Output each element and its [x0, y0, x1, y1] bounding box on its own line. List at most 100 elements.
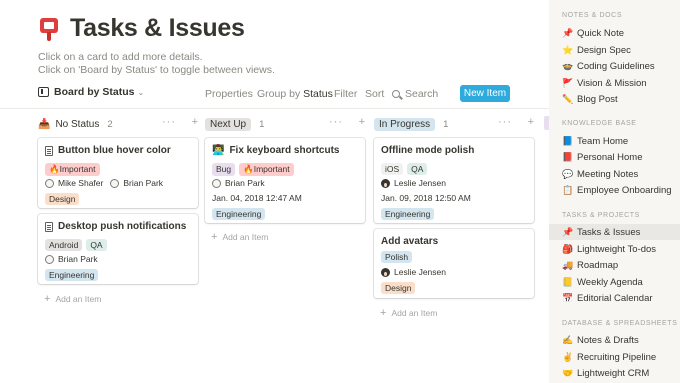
card-date: Jan. 09, 2018 12:50 AM [381, 193, 471, 203]
sidebar-item-blog-post[interactable]: ✏️ Blog Post [549, 91, 680, 107]
sidebar-item-lightweight-crm[interactable]: 🤝 Lightweight CRM [549, 365, 680, 381]
group-by-button[interactable]: Group by Status [257, 88, 333, 100]
board-column-in-progress: In Progress 1 ··· + Offline mode polish … [374, 116, 534, 319]
card-title: Add avatars [381, 236, 438, 247]
sidebar-item-weekly-agenda[interactable]: 📒 Weekly Agenda [549, 274, 680, 290]
add-item-button[interactable]: + Add an Item [380, 307, 437, 319]
main-content: Tasks & Issues Click on a card to add mo… [0, 0, 549, 383]
sidebar-item-notes-drafts[interactable]: ✍️ Notes & Drafts [549, 332, 680, 348]
avatar [45, 178, 54, 188]
card-tags: Android QA [45, 239, 107, 251]
column-label[interactable]: No Status [55, 119, 99, 130]
sidebar-item-tasks-issues[interactable]: 📌 Tasks & Issues [549, 224, 680, 240]
board-column-no-status: 📥 No Status 2 ··· + Button blue hover co… [38, 116, 198, 305]
search-button[interactable]: Search [392, 88, 438, 100]
column-count: 1 [443, 118, 449, 130]
page-description-line-1: Click on a card to add more details. [38, 51, 203, 63]
card-assignees: Leslie Jensen [381, 267, 446, 277]
handshake-icon: 🤝 [562, 367, 574, 378]
sidebar-item-label: Editorial Calendar [577, 292, 653, 304]
avatar [45, 254, 54, 264]
tag-polish: Polish [381, 251, 413, 263]
plus-icon: + [211, 231, 218, 243]
sidebar-item-employee-onboarding[interactable]: 📋 Employee Onboarding [549, 182, 680, 198]
sidebar-item-label: Lightweight To-dos [577, 243, 657, 255]
technologist-icon: 👨‍💻 [212, 145, 225, 156]
board-card[interactable]: Desktop push notifications Android QA Br… [38, 214, 198, 284]
board-card[interactable]: 👨‍💻 Fix keyboard shortcuts Bug 🔥Importan… [205, 138, 365, 223]
column-more-button[interactable]: ··· [498, 116, 512, 128]
add-item-button[interactable]: + Add an Item [211, 231, 268, 243]
sidebar-item-quick-note[interactable]: 📌 Quick Note [549, 25, 680, 41]
card-tags: 🔥Important [45, 163, 100, 176]
card-assignees: Brian Park [45, 254, 98, 264]
sidebar-item-vision-mission[interactable]: 🚩 Vision & Mission [549, 75, 680, 91]
toolbar-divider [0, 108, 549, 109]
sidebar-item-lightweight-todos[interactable]: 🎒 Lightweight To-dos [549, 241, 680, 257]
card-title-text: Add avatars [381, 236, 439, 247]
card-tags-secondary: Design [381, 282, 416, 294]
sidebar-item-label: Employee Onboarding [577, 184, 672, 196]
sidebar-item-team-home[interactable]: 📘 Team Home [549, 133, 680, 149]
board-card[interactable]: Add avatars Polish Leslie Jensen Design [374, 229, 534, 298]
sidebar-item-personal-home[interactable]: 📕 Personal Home [549, 149, 680, 165]
sidebar-item-label: Quick Note [577, 27, 624, 39]
chevron-down-icon: ⌄ [137, 87, 145, 97]
sidebar-item-label: Design Spec [577, 44, 631, 56]
column-add-button[interactable]: + [192, 116, 198, 128]
plus-icon: + [44, 293, 51, 305]
card-title-text: Offline mode polish [381, 145, 475, 156]
page-description-line-2: Click on 'Board by Status' to toggle bet… [38, 64, 275, 76]
new-item-button[interactable]: New Item [460, 85, 510, 102]
column-header: In Progress 1 ··· + [374, 116, 534, 132]
properties-button[interactable]: Properties [205, 88, 253, 100]
card-title: 👨‍💻 Fix keyboard shortcuts [212, 145, 339, 156]
column-add-button[interactable]: + [528, 116, 534, 128]
group-by-value: Status [303, 88, 333, 100]
column-more-button[interactable]: ··· [162, 116, 176, 128]
sidebar-item-design-spec[interactable]: ⭐ Design Spec [549, 42, 680, 58]
notebook-icon: 📒 [562, 276, 574, 287]
card-tags: Bug 🔥Important [212, 163, 294, 176]
search-icon [392, 90, 400, 98]
sidebar-section-label: NOTES & DOCS [562, 12, 623, 19]
filter-button[interactable]: Filter [334, 88, 357, 100]
column-label[interactable]: In Progress [374, 117, 436, 131]
sidebar: NOTES & DOCS 📌 Quick Note ⭐ Design Spec 🍲 C… [549, 0, 680, 383]
tag-engineering: Engineering [381, 208, 435, 220]
add-item-button[interactable]: + Add an Item [44, 293, 101, 305]
sidebar-item-roadmap[interactable]: 🚚 Roadmap [549, 257, 680, 273]
assignee-name: Leslie Jensen [394, 178, 446, 188]
board-card[interactable]: Offline mode polish iOS QA Leslie Jensen… [374, 138, 534, 223]
tag-engineering: Engineering [212, 208, 266, 220]
card-title: Button blue hover color [45, 145, 171, 156]
tag-design: Design [45, 193, 80, 205]
sidebar-item-editorial-calendar[interactable]: 📅 Editorial Calendar [549, 290, 680, 306]
pushpin-icon: 📌 [562, 226, 574, 237]
column-more-button[interactable]: ··· [329, 116, 343, 128]
avatar [110, 178, 120, 188]
sidebar-item-label: Coding Guidelines [577, 60, 655, 72]
view-switcher-button[interactable]: Board by Status ⌄ [38, 86, 144, 98]
sort-button[interactable]: Sort [365, 88, 384, 100]
card-title-text: Button blue hover color [58, 145, 171, 156]
page-title[interactable]: Tasks & Issues [70, 14, 245, 43]
board-view-icon [38, 87, 49, 97]
board-card[interactable]: Button blue hover color 🔥Important Mike … [38, 138, 198, 208]
avatar [212, 178, 221, 188]
column-add-button[interactable]: + [359, 116, 365, 128]
assignee-name: Leslie Jensen [394, 267, 446, 277]
sidebar-item-label: Recruiting Pipeline [577, 351, 657, 363]
add-item-label: Add an Item [222, 232, 269, 242]
sidebar-item-label: Vision & Mission [577, 77, 647, 89]
sidebar-item-coding-guidelines[interactable]: 🍲 Coding Guidelines [549, 58, 680, 74]
column-header: 📥 No Status 2 ··· + [38, 116, 198, 132]
column-label[interactable]: Next Up [205, 117, 252, 131]
truck-icon: 🚚 [562, 259, 574, 270]
sidebar-item-recruiting-pipeline[interactable]: ✌️ Recruiting Pipeline [549, 349, 680, 365]
assignee-name: Mike Shafer [58, 178, 104, 188]
card-tags-secondary: Design [45, 193, 80, 205]
sidebar-item-label: Personal Home [577, 151, 643, 163]
sidebar-item-meeting-notes[interactable]: 💬 Meeting Notes [549, 166, 680, 182]
pushpin-red-icon[interactable] [38, 16, 60, 42]
